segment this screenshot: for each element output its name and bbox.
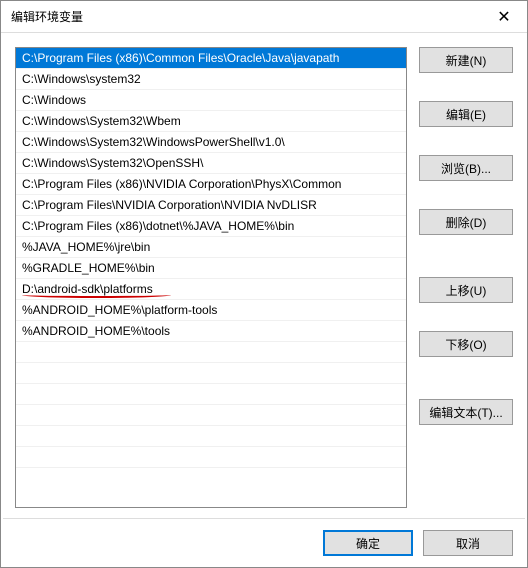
list-item-empty [16, 447, 406, 468]
titlebar: 编辑环境变量 ✕ [1, 1, 527, 33]
edit-text-button[interactable]: 编辑文本(T)... [419, 399, 513, 425]
move-up-button[interactable]: 上移(U) [419, 277, 513, 303]
main-row: C:\Program Files (x86)\Common Files\Orac… [15, 47, 513, 508]
list-item[interactable]: C:\Windows\system32 [16, 69, 406, 90]
list-item-empty [16, 426, 406, 447]
list-item[interactable]: C:\Program Files (x86)\NVIDIA Corporatio… [16, 174, 406, 195]
list-item[interactable]: D:\android-sdk\platforms [16, 279, 406, 300]
dialog-title: 编辑环境变量 [11, 8, 481, 25]
close-icon: ✕ [497, 7, 510, 27]
list-item[interactable]: C:\Program Files (x86)\Common Files\Orac… [16, 48, 406, 69]
list-item-empty [16, 405, 406, 426]
cancel-button[interactable]: 取消 [423, 530, 513, 556]
side-buttons: 新建(N) 编辑(E) 浏览(B)... 删除(D) 上移(U) 下移(O) 编… [419, 47, 513, 508]
list-item[interactable]: C:\Windows\System32\Wbem [16, 111, 406, 132]
dialog-footer: 确定 取消 [1, 519, 527, 567]
list-item[interactable]: C:\Program Files (x86)\dotnet\%JAVA_HOME… [16, 216, 406, 237]
browse-button[interactable]: 浏览(B)... [419, 155, 513, 181]
edit-button[interactable]: 编辑(E) [419, 101, 513, 127]
delete-button[interactable]: 删除(D) [419, 209, 513, 235]
annotation-underline [22, 292, 171, 298]
list-item[interactable]: C:\Windows\System32\WindowsPowerShell\v1… [16, 132, 406, 153]
move-down-button[interactable]: 下移(O) [419, 331, 513, 357]
new-button[interactable]: 新建(N) [419, 47, 513, 73]
list-item-empty [16, 342, 406, 363]
list-item[interactable]: %JAVA_HOME%\jre\bin [16, 237, 406, 258]
list-item[interactable]: C:\Program Files\NVIDIA Corporation\NVID… [16, 195, 406, 216]
close-button[interactable]: ✕ [481, 1, 527, 33]
ok-button[interactable]: 确定 [323, 530, 413, 556]
list-item-empty [16, 384, 406, 405]
list-item[interactable]: C:\Windows\System32\OpenSSH\ [16, 153, 406, 174]
list-item[interactable]: C:\Windows [16, 90, 406, 111]
dialog-body: C:\Program Files (x86)\Common Files\Orac… [1, 33, 527, 518]
edit-environment-variable-dialog: 编辑环境变量 ✕ C:\Program Files (x86)\Common F… [0, 0, 528, 568]
list-item[interactable]: %GRADLE_HOME%\bin [16, 258, 406, 279]
list-item[interactable]: %ANDROID_HOME%\tools [16, 321, 406, 342]
list-item[interactable]: %ANDROID_HOME%\platform-tools [16, 300, 406, 321]
list-item-empty [16, 363, 406, 384]
path-list[interactable]: C:\Program Files (x86)\Common Files\Orac… [15, 47, 407, 508]
